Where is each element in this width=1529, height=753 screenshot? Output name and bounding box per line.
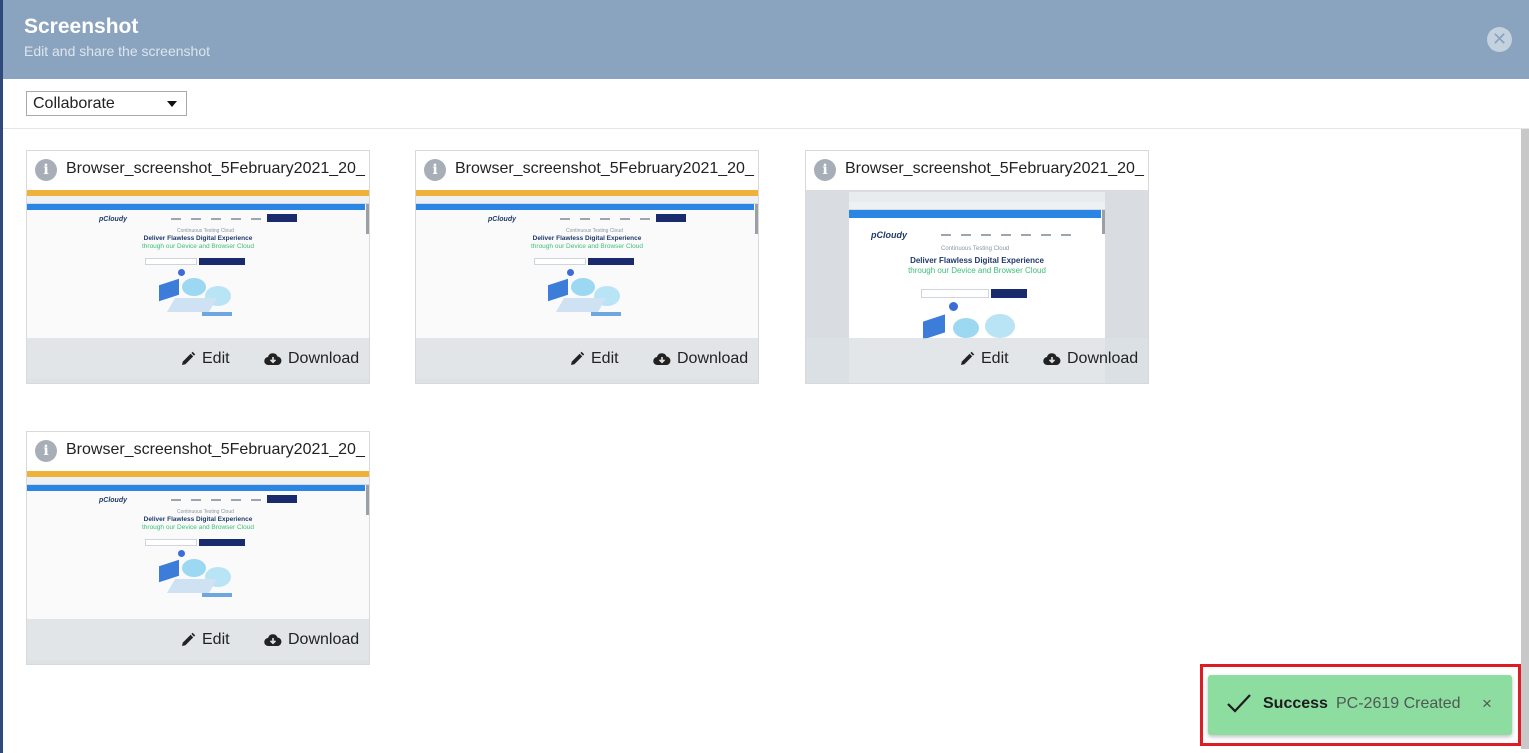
download-label: Download [288, 631, 360, 648]
screenshot-filename: Browser_screenshot_5February2021_20_... [66, 441, 366, 458]
toast-message: PC-2619 Created [1336, 695, 1461, 712]
card-header: i Browser_screenshot_5February2021_20_..… [416, 151, 758, 190]
edit-button[interactable]: Edit [180, 631, 230, 649]
thumb-headline: Deliver Flawless Digital Experience [143, 516, 253, 523]
cloud-download-icon [1043, 353, 1061, 366]
pencil-icon [182, 351, 196, 365]
card-actions: Edit Download [27, 338, 369, 383]
edit-label: Edit [591, 350, 619, 367]
download-button[interactable]: Download [1043, 350, 1138, 368]
download-label: Download [1067, 350, 1139, 367]
cloud-download-icon [653, 353, 671, 366]
card-header: i Browser_screenshot_5February2021_20_..… [806, 151, 1148, 190]
edit-button[interactable]: Edit [180, 350, 230, 368]
thumb-logo: pCloudy [871, 230, 907, 240]
thumb-subheadline: through our Device and Browser Cloud [141, 524, 254, 531]
thumb-subheadline: through our Device and Browser Cloud [908, 266, 1046, 275]
close-icon[interactable]: × [1482, 694, 1492, 714]
edit-label: Edit [202, 631, 230, 648]
edit-button[interactable]: Edit [569, 350, 619, 368]
close-icon[interactable]: ✕ [1487, 27, 1512, 52]
download-button[interactable]: Download [264, 631, 359, 649]
check-icon [1227, 694, 1251, 713]
download-label: Download [288, 350, 360, 367]
info-icon[interactable]: i [35, 159, 57, 181]
pencil-icon [182, 632, 196, 646]
thumb-logo: pCloudy [488, 216, 516, 223]
dialog-subtitle: Edit and share the screenshot [24, 43, 211, 59]
download-label: Download [677, 350, 749, 367]
edit-label: Edit [981, 350, 1009, 367]
thumb-subheadline: through our Device and Browser Cloud [141, 243, 254, 250]
thumb-subheadline: through our Device and Browser Cloud [530, 243, 643, 250]
thumb-tagline: Continuous Testing Cloud [177, 228, 234, 234]
cloud-download-icon [264, 634, 282, 647]
screenshot-card: i Browser_screenshot_5February2021_20_..… [26, 431, 370, 665]
thumb-tagline: Continuous Testing Cloud [566, 228, 623, 234]
thumb-tagline: Continuous Testing Cloud [941, 246, 1010, 252]
toolbar: Collaborate [3, 79, 1529, 129]
pencil-icon [961, 351, 975, 365]
card-actions: Edit Download [27, 619, 369, 664]
info-icon[interactable]: i [35, 440, 57, 462]
card-actions: Edit Download [416, 338, 758, 383]
thumb-tagline: Continuous Testing Cloud [177, 509, 234, 515]
screenshot-card: i Browser_screenshot_5February2021_20_..… [415, 150, 759, 384]
screenshot-filename: Browser_screenshot_5February2021_20_... [66, 160, 366, 177]
scrollbar[interactable] [1521, 129, 1529, 749]
action-select-value: Collaborate [33, 95, 115, 112]
screenshot-card: i Browser_screenshot_5February2021_20_..… [805, 150, 1149, 384]
download-button[interactable]: Download [264, 350, 359, 368]
thumb-headline: Deliver Flawless Digital Experience [910, 256, 1044, 265]
info-icon[interactable]: i [814, 159, 836, 181]
screenshot-filename: Browser_screenshot_5February2021_20_... [845, 160, 1145, 177]
caret-down-icon [167, 101, 177, 107]
screenshot-filename: Browser_screenshot_5February2021_20_... [455, 160, 755, 177]
thumb-logo: pCloudy [99, 497, 127, 504]
thumb-logo: pCloudy [99, 216, 127, 223]
download-button[interactable]: Download [653, 350, 748, 368]
card-header: i Browser_screenshot_5February2021_20_..… [27, 432, 369, 471]
action-select[interactable]: Collaborate [26, 91, 187, 116]
toast-title: Success [1263, 695, 1328, 712]
dialog-title: Screenshot [24, 15, 139, 38]
cloud-download-icon [264, 353, 282, 366]
thumb-headline: Deliver Flawless Digital Experience [532, 235, 642, 242]
success-toast: Success PC-2619 Created × [1208, 675, 1512, 735]
info-icon[interactable]: i [424, 159, 446, 181]
edit-button[interactable]: Edit [959, 350, 1009, 368]
card-actions: Edit Download [806, 338, 1148, 383]
dialog-header: Screenshot Edit and share the screenshot… [3, 0, 1529, 79]
edit-label: Edit [202, 350, 230, 367]
thumb-headline: Deliver Flawless Digital Experience [143, 235, 253, 242]
card-header: i Browser_screenshot_5February2021_20_..… [27, 151, 369, 190]
pencil-icon [571, 351, 585, 365]
screenshot-card: i Browser_screenshot_5February2021_20_..… [26, 150, 370, 384]
